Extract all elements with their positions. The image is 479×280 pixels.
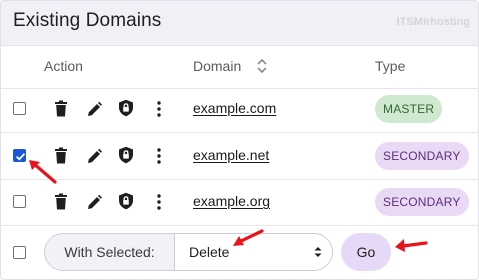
checkmark-icon: [15, 153, 26, 161]
column-header-domain[interactable]: Domain: [193, 58, 241, 74]
shield-icon[interactable]: [118, 192, 134, 210]
row-checkbox[interactable]: [13, 195, 26, 208]
more-vertical-icon[interactable]: [151, 147, 167, 165]
pencil-icon[interactable]: [86, 193, 102, 211]
column-header-action: Action: [44, 58, 83, 74]
row-checkbox[interactable]: [13, 102, 26, 115]
bulk-action-group: With Selected: Delete: [44, 233, 333, 271]
watermark: ITSMirhosting: [396, 16, 470, 28]
annotation-arrow-icon: [395, 239, 428, 252]
divider: [1, 225, 478, 226]
row-checkbox[interactable]: [13, 149, 26, 162]
column-header-type: Type: [375, 58, 406, 74]
domain-link[interactable]: example.com: [193, 100, 276, 116]
more-vertical-icon[interactable]: [151, 193, 167, 211]
trash-icon[interactable]: [53, 193, 69, 211]
divider: [1, 179, 478, 180]
divider: [1, 88, 478, 89]
divider: [1, 132, 478, 133]
more-vertical-icon[interactable]: [151, 100, 167, 118]
go-button[interactable]: Go: [341, 233, 391, 271]
shield-icon[interactable]: [118, 146, 134, 164]
annotation-arrow-icon: [29, 160, 57, 184]
type-badge: MASTER: [375, 95, 443, 123]
type-badge: SECONDARY: [375, 142, 469, 170]
panel-title: Existing Domains: [13, 10, 162, 31]
trash-icon[interactable]: [53, 100, 69, 118]
panel-header: Existing Domains ITSMirhosting: [1, 1, 478, 46]
annotation-arrow-icon: [233, 229, 264, 246]
existing-domains-panel: Existing Domains ITSMirhosting Action Do…: [0, 0, 479, 280]
domain-link[interactable]: example.org: [193, 193, 270, 209]
bulk-action-selected-value: Delete: [189, 244, 230, 260]
select-arrows-icon: [314, 247, 322, 257]
pencil-icon[interactable]: [86, 147, 102, 165]
type-badge: SECONDARY: [375, 188, 469, 216]
domain-link[interactable]: example.net: [193, 147, 269, 163]
select-all-checkbox[interactable]: [13, 246, 26, 259]
sort-icon[interactable]: [257, 57, 267, 75]
pencil-icon[interactable]: [86, 100, 102, 118]
shield-icon[interactable]: [118, 99, 134, 117]
with-selected-label: With Selected:: [45, 234, 175, 270]
